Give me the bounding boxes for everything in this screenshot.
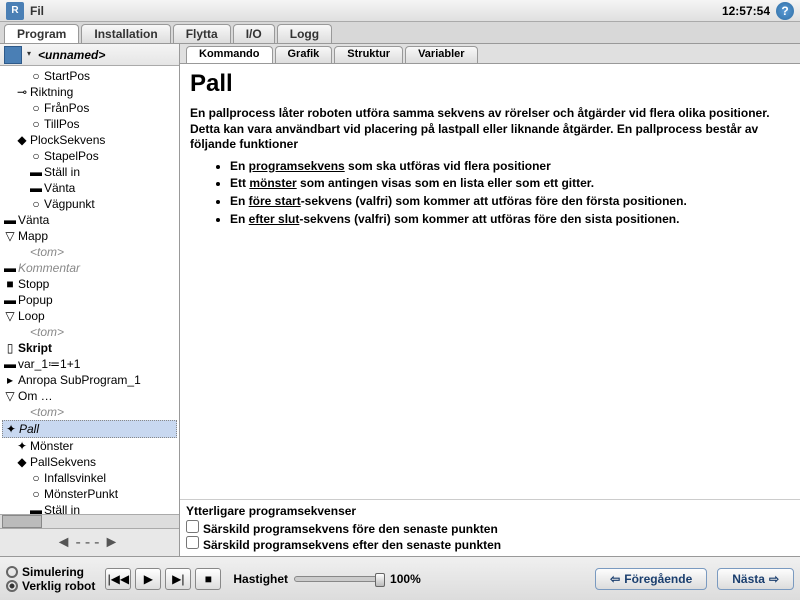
program-tree[interactable]: ○StartPos⊸Riktning○FrånPos○TillPos◆Plock…	[0, 66, 179, 514]
play-button[interactable]: ▶	[135, 568, 161, 590]
bullet-4: En efter slut-sekvens (valfri) som komme…	[230, 212, 790, 228]
tree-node[interactable]: <tom>	[2, 324, 177, 340]
tab-installation[interactable]: Installation	[81, 24, 170, 43]
program-tree-pane: <unnamed> ○StartPos⊸Riktning○FrånPos○Til…	[0, 44, 180, 556]
tree-node[interactable]: ⊸Riktning	[2, 84, 177, 100]
file-menu[interactable]: Fil	[30, 4, 44, 18]
tree-nav-arrows[interactable]: ◄---►	[0, 528, 179, 556]
tree-node[interactable]: ◆PallSekvens	[2, 454, 177, 470]
tree-node[interactable]: ○MönsterPunkt	[2, 486, 177, 502]
tab-variabler[interactable]: Variabler	[405, 46, 477, 63]
mode-simulation[interactable]: Simulering	[6, 565, 95, 579]
stop-button[interactable]: ■	[195, 568, 221, 590]
tree-node[interactable]: ▬Ställ in	[2, 164, 177, 180]
page-title: Pall	[190, 70, 790, 98]
tree-node[interactable]: ✦Pall	[2, 420, 177, 438]
intro-text: En pallprocess låter roboten utföra samm…	[190, 106, 790, 153]
tab-program[interactable]: Program	[4, 24, 79, 43]
program-name: <unnamed>	[38, 48, 105, 62]
help-icon[interactable]: ?	[776, 2, 794, 20]
tree-node[interactable]: ▯Skript	[2, 340, 177, 356]
tree-node[interactable]: ○TillPos	[2, 116, 177, 132]
speed-slider[interactable]	[294, 576, 384, 582]
rewind-button[interactable]: |◀◀	[105, 568, 131, 590]
tree-node[interactable]: ▬Vänta	[2, 180, 177, 196]
tree-node[interactable]: ▸Anropa SubProgram_1	[2, 372, 177, 388]
tab-grafik[interactable]: Grafik	[275, 46, 333, 63]
speed-label: Hastighet	[233, 572, 288, 586]
tree-node[interactable]: ○Infallsvinkel	[2, 470, 177, 486]
previous-button[interactable]: ⇦ Föregående	[595, 568, 707, 590]
tree-node[interactable]: ◆PlockSekvens	[2, 132, 177, 148]
tree-node[interactable]: ▽Om …	[2, 388, 177, 404]
tree-node[interactable]: ○StapelPos	[2, 148, 177, 164]
bullet-2: Ett mönster som antingen visas som en li…	[230, 176, 790, 192]
tree-node[interactable]: ▬Vänta	[2, 212, 177, 228]
clock: 12:57:54	[722, 4, 770, 18]
tree-node[interactable]: ✦Mönster	[2, 438, 177, 454]
tree-node[interactable]: ▬Ställ in	[2, 502, 177, 514]
tree-node[interactable]: ▽Loop	[2, 308, 177, 324]
tab-flytta[interactable]: Flytta	[173, 24, 231, 43]
checkbox-after[interactable]: Särskild programsekvens efter den senast…	[186, 536, 794, 552]
tree-node[interactable]: ○Vägpunkt	[2, 196, 177, 212]
tree-node[interactable]: <tom>	[2, 404, 177, 420]
tree-node[interactable]: ▽Mapp	[2, 228, 177, 244]
main-tabs: Program Installation Flytta I/O Logg	[0, 22, 800, 44]
ur-logo: R	[6, 2, 24, 20]
bullet-3: En före start-sekvens (valfri) som komme…	[230, 194, 790, 210]
command-content: Pall En pallprocess låter roboten utföra…	[180, 64, 800, 499]
tree-hscroll[interactable]	[0, 514, 179, 528]
next-button[interactable]: Nästa ⇨	[717, 568, 794, 590]
tree-node[interactable]: ▬Kommentar	[2, 260, 177, 276]
speed-value: 100%	[390, 572, 421, 586]
bullet-1: En programsekvens som ska utföras vid fl…	[230, 159, 790, 175]
extra-sequences: Ytterligare programsekvenser Särskild pr…	[180, 499, 800, 556]
tab-struktur[interactable]: Struktur	[334, 46, 403, 63]
step-button[interactable]: ▶|	[165, 568, 191, 590]
extras-header: Ytterligare programsekvenser	[186, 504, 794, 518]
tab-logg[interactable]: Logg	[277, 24, 332, 43]
tree-node[interactable]: ○StartPos	[2, 68, 177, 84]
tab-io[interactable]: I/O	[233, 24, 275, 43]
checkbox-before[interactable]: Särskild programsekvens före den senaste…	[186, 520, 794, 536]
tab-kommando[interactable]: Kommando	[186, 46, 273, 63]
tree-node[interactable]: <tom>	[2, 244, 177, 260]
tree-node[interactable]: ■Stopp	[2, 276, 177, 292]
tree-node[interactable]: ▬Popup	[2, 292, 177, 308]
detail-tabs: Kommando Grafik Struktur Variabler	[180, 44, 800, 64]
mode-real[interactable]: Verklig robot	[6, 579, 95, 593]
save-icon[interactable]	[4, 46, 22, 64]
tree-node[interactable]: ○FrånPos	[2, 100, 177, 116]
tree-node[interactable]: ▬var_1≔1+1	[2, 356, 177, 372]
